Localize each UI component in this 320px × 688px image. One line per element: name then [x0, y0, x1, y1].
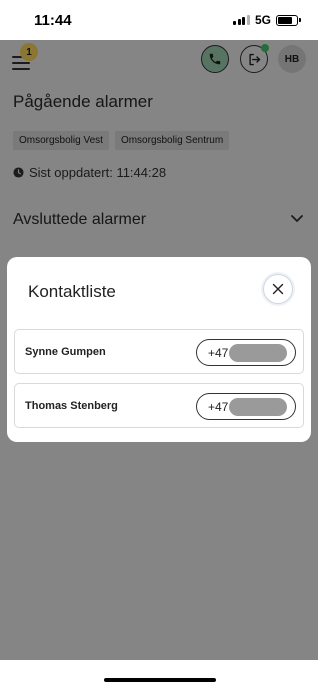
battery-icon: [276, 14, 301, 26]
contact-name: Synne Gumpen: [25, 346, 106, 358]
phone-button[interactable]: +47: [196, 393, 296, 420]
home-indicator[interactable]: [104, 678, 216, 682]
contact-row: Synne Gumpen +47: [14, 329, 304, 374]
close-icon: [272, 283, 284, 295]
phone-number-redacted: [229, 398, 287, 416]
phone-prefix: +47: [208, 346, 229, 360]
status-icons: 5G: [233, 13, 301, 27]
contact-name: Thomas Stenberg: [25, 400, 118, 412]
contact-list-modal: Kontaktliste Synne Gumpen +47 Thomas Ste…: [7, 257, 311, 442]
status-time: 11:44: [34, 12, 72, 29]
close-button[interactable]: [263, 274, 293, 304]
phone-prefix: +47: [208, 400, 229, 414]
signal-icon: [233, 15, 250, 25]
phone-number-redacted: [229, 344, 287, 362]
modal-title: Kontaktliste: [28, 282, 116, 301]
bottom-safe-area: [0, 660, 318, 688]
status-bar: 11:44 5G: [0, 0, 318, 40]
phone-button[interactable]: +47: [196, 339, 296, 366]
contact-row: Thomas Stenberg +47: [14, 383, 304, 428]
network-label: 5G: [254, 13, 271, 27]
